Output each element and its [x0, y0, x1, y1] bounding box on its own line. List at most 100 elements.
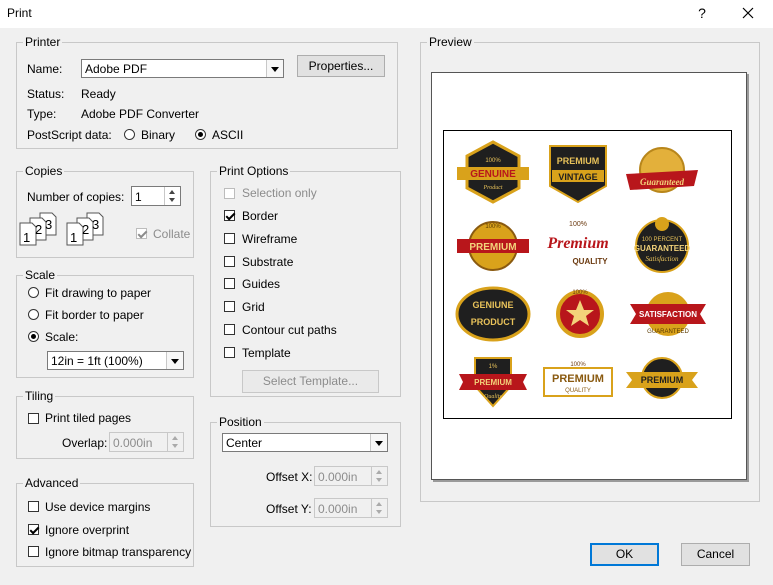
svg-text:QUALITY: QUALITY	[565, 388, 591, 394]
device-margins-checkbox[interactable]	[28, 501, 39, 512]
svg-text:QUALITY: QUALITY	[572, 257, 608, 266]
fit-border-radio[interactable]	[28, 309, 39, 320]
grid-checkbox[interactable]	[224, 301, 235, 312]
spin-up-icon[interactable]	[376, 470, 382, 474]
selection-only-checkbox[interactable]	[224, 188, 235, 199]
collate-checkbox[interactable]	[136, 228, 147, 239]
svg-text:GUARANTEED: GUARANTEED	[647, 329, 689, 335]
fit-drawing-label: Fit drawing to paper	[45, 286, 152, 300]
position-select[interactable]: Center	[222, 433, 388, 452]
binary-radio[interactable]	[124, 129, 135, 140]
svg-text:PREMIUM: PREMIUM	[474, 378, 512, 387]
fit-drawing-radio[interactable]	[28, 287, 39, 298]
ascii-label: ASCII	[212, 128, 244, 142]
premium-quality-shield-badge-image: 1% PREMIUM Quality	[459, 357, 527, 408]
ignore-overprint-checkbox[interactable]	[28, 524, 39, 535]
contour-cut-checkbox[interactable]	[224, 324, 235, 335]
help-button[interactable]: ?	[692, 4, 712, 22]
ascii-radio[interactable]	[195, 129, 206, 140]
offset-x-label: Offset X:	[266, 470, 313, 484]
svg-text:Satisfaction: Satisfaction	[645, 255, 679, 263]
spin-down-icon[interactable]	[169, 198, 175, 202]
template-checkbox[interactable]	[224, 347, 235, 358]
spin-down-icon[interactable]	[172, 444, 178, 448]
close-button[interactable]	[737, 4, 759, 22]
guides-checkbox[interactable]	[224, 278, 235, 289]
properties-button[interactable]: Properties...	[297, 55, 385, 77]
svg-text:Guaranteed: Guaranteed	[640, 177, 685, 187]
substrate-checkbox[interactable]	[224, 256, 235, 267]
ignore-bitmap-label: Ignore bitmap transparency	[45, 545, 192, 559]
spin-up-icon[interactable]	[169, 190, 175, 194]
spin-up-icon[interactable]	[376, 502, 382, 506]
svg-text:100 PERCENT: 100 PERCENT	[642, 237, 683, 243]
select-template-button[interactable]: Select Template...	[242, 370, 379, 393]
contour-cut-label: Contour cut paths	[242, 323, 337, 337]
spin-down-icon[interactable]	[376, 478, 382, 482]
offset-x-spinner[interactable]: 0.000in	[314, 466, 388, 486]
guaranteed-satisfaction-badge-image: 100 PERCENT GUARANTEED Satisfaction	[634, 217, 690, 273]
type-value: Adobe PDF Converter	[81, 107, 200, 121]
guaranteed-badge-image: Guaranteed	[626, 147, 698, 193]
svg-text:Premium: Premium	[546, 235, 608, 252]
grid-label: Grid	[242, 300, 265, 314]
offset-y-spinner[interactable]: 0.000in	[314, 498, 388, 518]
overlap-spinner[interactable]: 0.000in	[109, 432, 184, 452]
premium-laurel-badge-image: PREMIUM	[626, 357, 698, 399]
device-margins-label: Use device margins	[45, 500, 151, 514]
print-tiled-checkbox[interactable]	[28, 413, 39, 424]
svg-text:VINTAGE: VINTAGE	[558, 172, 597, 182]
scale-radio[interactable]	[28, 331, 39, 342]
premium-gold-badge-image: 100% PREMIUM	[457, 221, 529, 271]
template-label: Template	[242, 346, 291, 360]
spin-buttons[interactable]	[167, 433, 183, 451]
spin-up-icon[interactable]	[172, 436, 178, 440]
postscript-label: PostScript data:	[27, 128, 112, 142]
svg-text:100%: 100%	[485, 158, 501, 164]
svg-text:100%: 100%	[485, 224, 501, 230]
genuine-product-badge-image: GENIUNE PRODUCT	[455, 286, 531, 342]
title-bar	[0, 0, 773, 28]
scale-value: 12in = 1ft (100%)	[51, 354, 143, 368]
position-value: Center	[226, 436, 263, 450]
svg-text:SATISFACTION: SATISFACTION	[639, 310, 697, 319]
satisfaction-badge-image: SATISFACTION GUARANTEED	[630, 292, 706, 336]
guides-label: Guides	[242, 277, 281, 291]
spin-buttons[interactable]	[371, 467, 387, 485]
border-checkbox[interactable]	[224, 210, 235, 221]
svg-text:GENUINE: GENUINE	[470, 169, 516, 180]
chevron-down-icon[interactable]	[266, 60, 283, 77]
printer-name-select[interactable]: Adobe PDF	[81, 59, 284, 78]
selection-only-label: Selection only	[242, 186, 317, 200]
print-tiled-label: Print tiled pages	[45, 411, 132, 425]
type-label: Type:	[27, 107, 57, 121]
overlap-value: 0.000in	[113, 436, 153, 450]
ignore-bitmap-checkbox[interactable]	[28, 546, 39, 557]
number-of-copies-label: Number of copies:	[27, 190, 125, 204]
preview-legend: Preview	[429, 35, 472, 49]
premium-vintage-badge-image: PREMIUM VINTAGE	[549, 145, 607, 204]
svg-text:100%: 100%	[572, 290, 588, 296]
svg-text:100%: 100%	[569, 221, 587, 228]
spin-buttons[interactable]	[371, 499, 387, 517]
spin-down-icon[interactable]	[376, 510, 382, 514]
printer-legend: Printer	[25, 35, 61, 49]
cancel-button[interactable]: Cancel	[681, 543, 750, 566]
wireframe-checkbox[interactable]	[224, 233, 235, 244]
chevron-down-icon[interactable]	[370, 434, 387, 451]
svg-text:PRODUCT: PRODUCT	[471, 317, 516, 327]
spin-buttons[interactable]	[164, 187, 180, 205]
ok-button[interactable]: OK	[590, 543, 659, 566]
scale-select[interactable]: 12in = 1ft (100%)	[47, 351, 184, 370]
copies-spinner[interactable]: 1	[131, 186, 181, 206]
status-value: Ready	[81, 87, 116, 101]
chevron-down-icon[interactable]	[166, 352, 183, 369]
premium-quality-script-badge-image: 100% Premium QUALITY	[546, 221, 608, 266]
window-title: Print	[7, 6, 32, 20]
premium-quality-ribbon-badge-image: 100% PREMIUM QUALITY	[543, 362, 613, 397]
svg-text:PREMIUM: PREMIUM	[641, 375, 684, 385]
offset-y-label: Offset Y:	[266, 502, 312, 516]
ignore-overprint-label: Ignore overprint	[45, 523, 130, 537]
substrate-label: Substrate	[242, 255, 294, 269]
svg-text:3: 3	[92, 217, 99, 232]
